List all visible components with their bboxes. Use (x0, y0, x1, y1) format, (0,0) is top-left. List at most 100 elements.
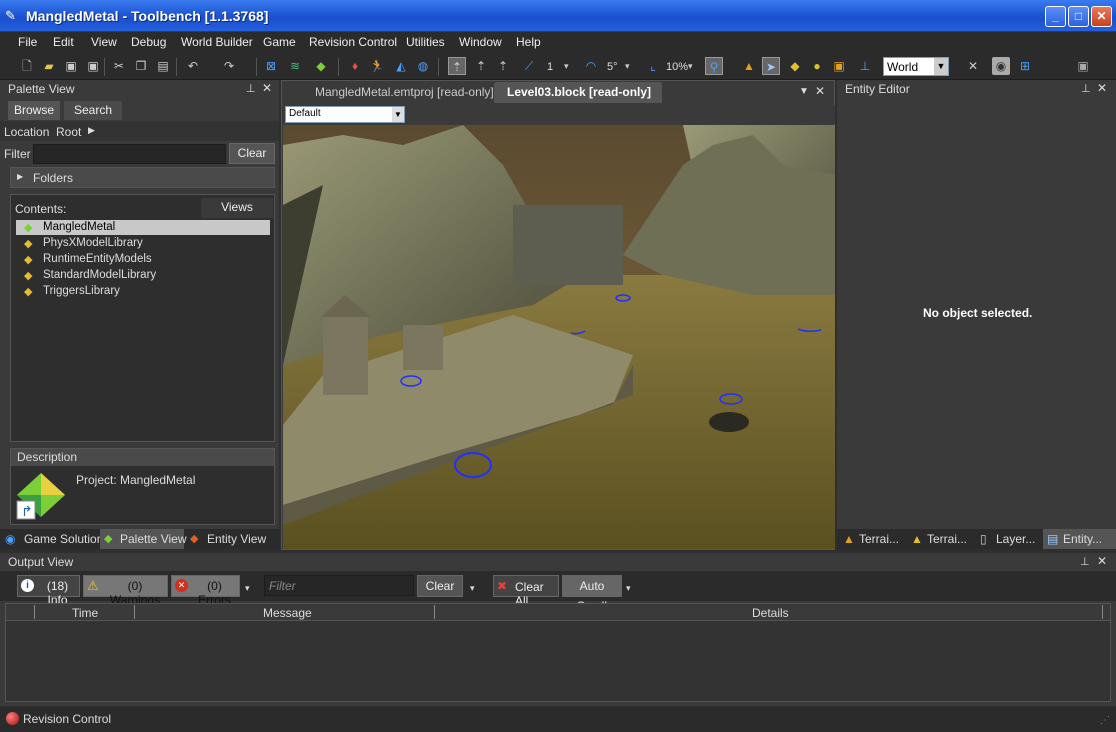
redo-icon[interactable]: ↷ (220, 57, 238, 75)
chevron-down-icon[interactable]: ▾ (470, 583, 475, 594)
tab-project-file[interactable]: MangledMetal.emtproj [read-only] (315, 85, 494, 99)
box-icon[interactable]: ▣ (830, 57, 848, 75)
maximize-button[interactable]: □ (1068, 6, 1089, 27)
chevron-down-icon[interactable]: ▼ (392, 107, 404, 122)
angle-snap-icon[interactable]: ◠ (582, 57, 600, 75)
terrain-icon[interactable]: ≋ (286, 57, 304, 75)
close-icon[interactable]: ✕ (1097, 554, 1107, 568)
clear-all-button[interactable]: ✖ Clear All (493, 575, 559, 608)
grid-snap-icon[interactable]: ⌞ (644, 57, 662, 75)
globe-icon[interactable]: ◍ (414, 57, 432, 75)
light-icon[interactable]: ◆ (786, 57, 804, 75)
undo-icon[interactable]: ↶ (184, 57, 202, 75)
folders-header[interactable]: ▶ Folders (10, 167, 275, 188)
tab-search[interactable]: Search (64, 101, 122, 120)
filter-input[interactable] (33, 144, 226, 164)
menu-file[interactable]: File (18, 35, 37, 49)
pin-icon[interactable]: ⊥ (1080, 555, 1090, 568)
chevron-down-icon[interactable]: ▼ (799, 86, 809, 97)
warnings-filter-button[interactable]: ⚠ (0) Warnings (83, 575, 168, 607)
open-folder-icon[interactable]: ▰ (40, 57, 58, 75)
menu-view[interactable]: View (91, 35, 117, 49)
chevron-down-icon[interactable]: ▾ (688, 61, 693, 72)
models-icon[interactable]: ◆ (312, 57, 330, 75)
output-filter-input[interactable]: Filter (264, 575, 414, 596)
translate-icon[interactable]: ⇡ (448, 57, 466, 75)
chevron-down-icon[interactable]: ▾ (626, 583, 631, 594)
tab-terrain-1[interactable]: Terrai... (859, 532, 899, 546)
terrain-paint-icon[interactable]: ▲ (740, 57, 758, 75)
spawn-icon[interactable]: ⊥ (856, 57, 874, 75)
build-icon[interactable]: ⊠ (262, 57, 280, 75)
snap-count[interactable]: 1 (547, 61, 553, 73)
camera-icon[interactable]: ◉ (992, 57, 1010, 75)
column-message[interactable]: Message (263, 606, 312, 620)
scale-icon[interactable]: ⇡ (494, 57, 512, 75)
column-divider[interactable] (1102, 605, 1103, 619)
column-divider[interactable] (434, 605, 435, 619)
revision-status-label[interactable]: Revision Control (23, 712, 111, 726)
menu-utilities[interactable]: Utilities (406, 35, 445, 49)
tab-level-file[interactable]: Level03.block [read-only] (507, 85, 651, 99)
auto-scroll-toggle[interactable]: Auto Scroll (562, 575, 622, 613)
panel-icon[interactable]: ▣ (1074, 57, 1092, 75)
play-icon[interactable]: ◭ (392, 57, 410, 75)
save-icon[interactable]: ▣ (62, 57, 80, 75)
menu-edit[interactable]: Edit (53, 35, 74, 49)
errors-filter-button[interactable]: ✕ (0) Errors (171, 575, 240, 607)
copy-icon[interactable]: ❐ (132, 57, 150, 75)
chevron-right-icon[interactable]: ▶ (88, 125, 95, 136)
info-filter-button[interactable]: i (18) Info (17, 575, 80, 607)
location-root[interactable]: Root (56, 125, 81, 139)
column-divider[interactable] (34, 605, 35, 619)
clear-filter-button[interactable]: Clear (229, 143, 275, 164)
chevron-down-icon[interactable]: ▾ (245, 583, 250, 594)
minimize-button[interactable]: _ (1045, 6, 1066, 27)
link-icon[interactable]: ⚲ (705, 57, 723, 75)
tab-entity[interactable]: Entity... (1063, 532, 1102, 546)
views-button[interactable]: Views (201, 198, 273, 218)
grid-icon[interactable]: ⊞ (1016, 57, 1034, 75)
paste-icon[interactable]: ▤ (154, 57, 172, 75)
bulb-icon[interactable]: ● (808, 57, 826, 75)
resize-grip-icon[interactable]: ⋰ (1100, 715, 1110, 726)
output-clear-button[interactable]: Clear (417, 575, 463, 597)
cut-icon[interactable]: ✂ (110, 57, 128, 75)
new-file-icon[interactable]: 🗋 (18, 57, 36, 75)
tab-palette-view[interactable]: Palette View (120, 532, 187, 546)
column-divider[interactable] (134, 605, 135, 619)
chevron-down-icon[interactable]: ▾ (564, 61, 569, 72)
column-time[interactable]: Time (72, 606, 98, 620)
menu-world-builder[interactable]: World Builder (181, 35, 253, 49)
chevron-right-icon[interactable]: ▶ (17, 172, 23, 181)
menu-game[interactable]: Game (263, 35, 296, 49)
chevron-down-icon[interactable]: ▾ (625, 61, 630, 72)
close-icon[interactable]: ✕ (262, 81, 272, 95)
menu-window[interactable]: Window (459, 35, 502, 49)
close-icon[interactable]: ✕ (1097, 81, 1107, 95)
angle-value[interactable]: 5° (607, 61, 618, 73)
tab-game-solution[interactable]: Game Solution (24, 532, 103, 546)
tab-layer[interactable]: Layer... (996, 532, 1035, 546)
save-all-icon[interactable]: ▣ (84, 57, 102, 75)
tab-entity-view[interactable]: Entity View (207, 532, 266, 546)
rotate-icon[interactable]: ⇡ (472, 57, 490, 75)
pin-icon[interactable]: ⊥ (1081, 82, 1091, 95)
menu-revision-control[interactable]: Revision Control (309, 35, 397, 49)
close-button[interactable]: ✕ (1091, 6, 1112, 27)
tab-terrain-2[interactable]: Terrai... (927, 532, 967, 546)
menu-help[interactable]: Help (516, 35, 541, 49)
ruler-icon[interactable]: ⟋ (520, 57, 538, 75)
tools-icon[interactable]: ✕ (964, 57, 982, 75)
coord-space-select[interactable]: World ▼ (883, 57, 949, 76)
percent-value[interactable]: 10% (666, 61, 688, 73)
camera-select[interactable]: Default ▼ (285, 106, 405, 123)
tab-browse[interactable]: Browse (8, 101, 60, 120)
pin-icon[interactable]: ⊥ (246, 82, 256, 95)
column-details[interactable]: Details (752, 606, 789, 620)
run-icon[interactable]: 🏃 (368, 57, 386, 75)
menu-debug[interactable]: Debug (131, 35, 166, 49)
select-cursor-icon[interactable]: ➤ (762, 57, 780, 75)
chevron-down-icon[interactable]: ▼ (934, 58, 948, 75)
marker-icon[interactable]: ♦ (346, 57, 364, 75)
